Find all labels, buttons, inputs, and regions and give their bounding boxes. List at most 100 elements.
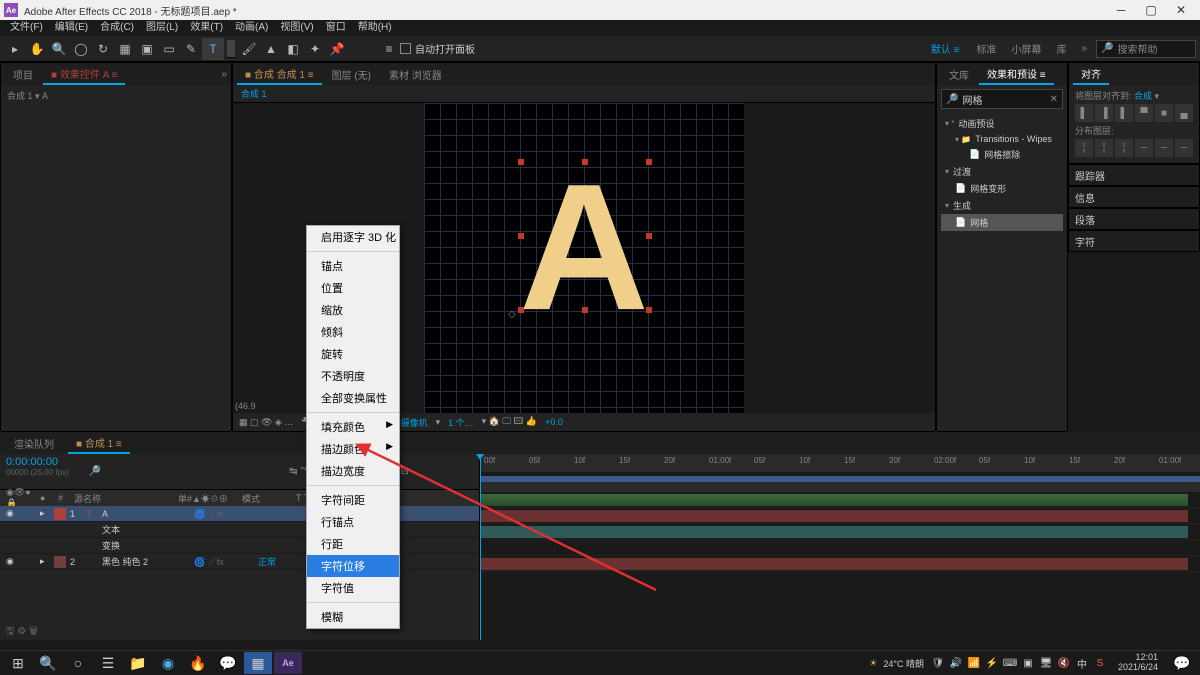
timecode[interactable]: 0:00:00:00 (6, 456, 69, 468)
roto-tool[interactable]: ✦ (304, 38, 326, 60)
menu-item[interactable]: 文件(F) (4, 20, 49, 36)
workspace-default[interactable]: 默认 ≡ (923, 41, 968, 56)
camera-tool[interactable]: ▦ (114, 38, 136, 60)
start-button[interactable]: ⊞ (4, 652, 32, 674)
timeline-layer[interactable]: 文本 (0, 522, 479, 538)
ae-taskbar-icon[interactable]: Ae (274, 652, 302, 674)
timeline-search-icon[interactable]: 🔎 (89, 466, 101, 477)
menu-item[interactable]: 合成(C) (94, 20, 140, 36)
menu-bar[interactable]: 文件(F)编辑(E)合成(C)图层(L)效果(T)动画(A)视图(V)窗口帮助(… (0, 20, 1200, 36)
tab-footage[interactable]: 素材 浏览器 (381, 65, 450, 84)
clone-tool[interactable]: ▲ (260, 38, 282, 60)
orbit-tool[interactable]: ◯ (70, 38, 92, 60)
project-sub[interactable]: 合成 1 ▾ A (7, 91, 48, 101)
clock[interactable]: 12:01 2021/6/24 (1114, 653, 1162, 673)
menu-item[interactable]: 效果(T) (184, 20, 229, 36)
tab-effects-presets[interactable]: 效果和预设 ≡ (979, 64, 1054, 85)
context-menu-item[interactable]: 位置 (307, 277, 399, 299)
tracker-panel[interactable]: 跟踪器 (1069, 165, 1199, 185)
brush-tool[interactable]: 🖌 (238, 38, 260, 60)
menu-item[interactable]: 窗口 (320, 20, 352, 36)
pen-tool[interactable]: ✎ (180, 38, 202, 60)
timeline-layer[interactable]: 变换⊙ 重置 (0, 538, 479, 554)
minimize-button[interactable]: ─ (1106, 0, 1136, 20)
tab-layer[interactable]: 图层 (无) (324, 65, 379, 84)
context-menu-item[interactable]: 填充颜色▶ (307, 416, 399, 438)
context-menu-item[interactable]: 描边颜色▶ (307, 438, 399, 460)
context-menu-item[interactable]: 倾斜 (307, 321, 399, 343)
rotate-tool[interactable]: ↻ (92, 38, 114, 60)
type-tool[interactable]: T (202, 38, 224, 60)
workspace-standard[interactable]: 标准 (970, 41, 1002, 56)
hand-tool[interactable]: ✋ (26, 38, 48, 60)
menu-item[interactable]: 编辑(E) (49, 20, 94, 36)
align-left[interactable]: ▌ (1075, 104, 1093, 122)
comp-breadcrumb[interactable]: 合成 1 (241, 89, 267, 99)
system-tray[interactable]: 🛡🔊📶⚡⌨▣🖥🔇中S (930, 655, 1108, 671)
tab-project[interactable]: 项目 (5, 65, 41, 84)
taskview-button[interactable]: ☰ (94, 652, 122, 674)
search-button[interactable]: 🔍 (34, 652, 62, 674)
shape-tool[interactable]: ▭ (158, 38, 180, 60)
menu-item[interactable]: 帮助(H) (352, 20, 398, 36)
view-dropdown[interactable]: 1 个… (448, 416, 474, 429)
help-search[interactable]: 🔎 搜索帮助 (1096, 40, 1196, 58)
effects-search[interactable]: 🔎 网格 ✕ (941, 89, 1063, 109)
close-button[interactable]: ✕ (1166, 0, 1196, 20)
app-icon-1[interactable]: ◉ (154, 652, 182, 674)
app-icon-3[interactable]: 💬 (214, 652, 242, 674)
tab-align[interactable]: 对齐 (1073, 64, 1109, 85)
maximize-button[interactable]: ▢ (1136, 0, 1166, 20)
autopanel-checkbox[interactable] (400, 43, 411, 54)
context-menu-item[interactable]: 锚点 (307, 255, 399, 277)
context-menu-item[interactable]: 启用逐字 3D 化 (307, 226, 399, 248)
weather-widget[interactable]: 24°C 晴朗 (883, 657, 924, 670)
tab-render-queue[interactable]: 渲染队列 (6, 434, 62, 453)
context-menu-item[interactable]: 描边宽度 (307, 460, 399, 482)
align-bottom[interactable]: ▄ (1175, 104, 1193, 122)
notification-button[interactable]: 💬 (1168, 652, 1196, 674)
align-vcenter[interactable]: ■ (1155, 104, 1173, 122)
tab-effect-controls[interactable]: ■ 效果控件 A ≡ (43, 64, 125, 85)
align-para-icon[interactable]: ≡ (378, 38, 400, 60)
playhead[interactable] (480, 454, 481, 640)
context-menu-item[interactable]: 旋转 (307, 343, 399, 365)
character-panel[interactable]: 字符 (1069, 231, 1199, 251)
dist-4[interactable]: ┄ (1135, 139, 1153, 157)
effects-tree[interactable]: ▾ *动画预设 ▾ 📁Transitions - Wipes 📄网格擦除 ▾过渡… (937, 113, 1067, 233)
align-hcenter[interactable]: ▐ (1095, 104, 1113, 122)
dist-3[interactable]: ╎ (1115, 139, 1133, 157)
dist-5[interactable]: ┄ (1155, 139, 1173, 157)
cortana-button[interactable]: ○ (64, 652, 92, 674)
workspace-small[interactable]: 小屏幕 (1005, 41, 1047, 56)
explorer-icon[interactable]: 📁 (124, 652, 152, 674)
context-menu-item[interactable]: 模糊 (307, 606, 399, 628)
context-menu-item[interactable]: 不透明度 (307, 365, 399, 387)
menu-item[interactable]: 动画(A) (229, 20, 274, 36)
tab-composition[interactable]: ■ 合成 合成 1 ≡ (237, 64, 322, 85)
menu-item[interactable]: 视图(V) (274, 20, 319, 36)
context-menu-item[interactable]: 字符位移 (307, 555, 399, 577)
context-menu-item[interactable]: 行锚点 (307, 511, 399, 533)
tab-comp1-timeline[interactable]: ■ 合成 1 ≡ (68, 433, 130, 454)
context-menu-item[interactable]: 缩放 (307, 299, 399, 321)
context-menu-item[interactable]: 字符值 (307, 577, 399, 599)
workspace-more[interactable]: » (1075, 43, 1093, 54)
pan-behind-tool[interactable]: ▣ (136, 38, 158, 60)
dist-1[interactable]: ╎ (1075, 139, 1093, 157)
align-top[interactable]: ▀ (1135, 104, 1153, 122)
context-menu-item[interactable]: 行距 (307, 533, 399, 555)
puppet-tool[interactable]: 📌 (326, 38, 348, 60)
exposure[interactable]: +0.0 (545, 417, 563, 427)
menu-item[interactable]: 图层(L) (140, 20, 184, 36)
eraser-tool[interactable]: ◧ (282, 38, 304, 60)
context-menu-item[interactable]: 字符间距 (307, 489, 399, 511)
dist-6[interactable]: ┄ (1175, 139, 1193, 157)
zoom-tool[interactable]: 🔍 (48, 38, 70, 60)
dist-2[interactable]: ╎ (1095, 139, 1113, 157)
app-icon-2[interactable]: 🔥 (184, 652, 212, 674)
workspace-lib[interactable]: 库 (1050, 41, 1072, 56)
app-icon-4[interactable]: ▦ (244, 652, 272, 674)
composition-canvas[interactable]: A ◇ (424, 103, 744, 413)
text-layer-a[interactable]: A (519, 144, 649, 351)
